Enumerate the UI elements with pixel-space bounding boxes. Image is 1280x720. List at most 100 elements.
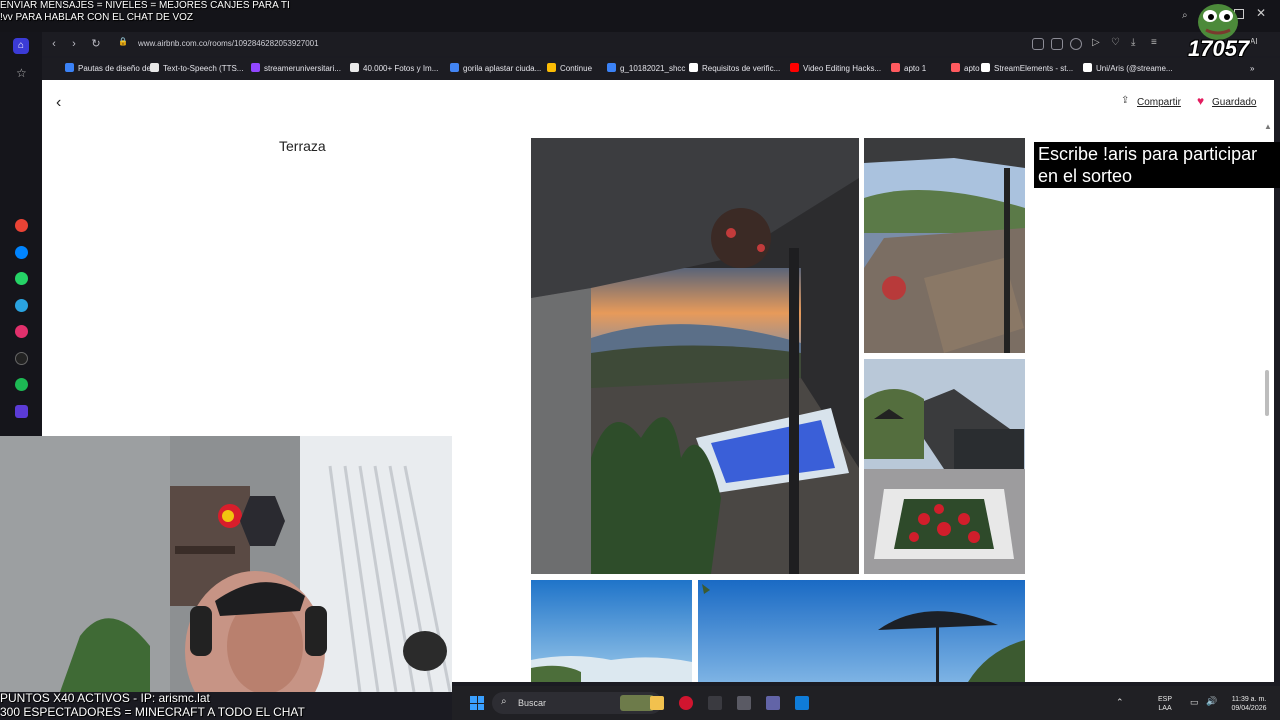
stream-overlay-top: ENVIAR MENSAJES = NIVELES = MEJORES CANJ…: [0, 0, 290, 24]
language-indicator[interactable]: ESP LAA: [1158, 695, 1172, 713]
camera-icon[interactable]: [1051, 38, 1063, 50]
edit-icon[interactable]: [1032, 38, 1044, 50]
lang-line2: LAA: [1158, 705, 1172, 712]
whatsapp-icon[interactable]: [15, 272, 28, 285]
file-explorer-icon[interactable]: [650, 696, 664, 710]
bookmark-label: 40.000+ Fotos y Im...: [363, 64, 439, 73]
teams-icon[interactable]: [766, 696, 780, 710]
webcam-feed: [0, 436, 452, 692]
bookmark-favicon-icon: [1083, 63, 1092, 72]
store-icon[interactable]: [795, 696, 809, 710]
bookmark-favicon-icon: [65, 63, 74, 72]
heart-icon[interactable]: ♥: [1197, 94, 1204, 108]
back-arrow-icon[interactable]: ‹: [56, 95, 70, 111]
clock-time: 11:39 a. m.: [1231, 696, 1267, 703]
photo-umbrella-sky[interactable]: [698, 580, 1025, 682]
shield-icon[interactable]: [1070, 38, 1082, 50]
bookmark-favicon-icon: [689, 63, 698, 72]
overlay-top-line1: ENVIAR MENSAJES = NIVELES = MEJORES CANJ…: [0, 0, 290, 11]
lang-line1: ESP: [1158, 696, 1173, 703]
giveaway-banner: Escribe !aris para participar en el sort…: [1034, 142, 1280, 188]
bookmark-label: apto 1: [904, 64, 927, 73]
download-icon[interactable]: ⤓: [1131, 37, 1135, 48]
taskbar-search[interactable]: ⌕ Buscar: [492, 692, 662, 714]
overlay-bottom-line1: PUNTOS X40 ACTIVOS - IP: arismc.lat: [0, 691, 210, 705]
photo-terrace-seating[interactable]: [864, 138, 1025, 353]
bookmark-favicon-icon: [547, 63, 556, 72]
bookmark-favicon-icon: [607, 63, 616, 72]
browser-sidebar: ⌂ ☆: [0, 32, 42, 436]
menu-icon[interactable]: ≡: [1151, 37, 1157, 48]
photo-terrace-jacuzzi[interactable]: [531, 138, 859, 574]
bookmark-favicon-icon: [450, 63, 459, 72]
bookmark-label: Uni/Aris (@streame...: [1096, 64, 1173, 73]
bookmark-item[interactable]: Requisitos de verific...: [689, 62, 780, 76]
bookmark-label: Requisitos de verific...: [702, 64, 781, 73]
section-title: Terraza: [279, 138, 326, 154]
reload-icon[interactable]: ↻: [88, 36, 104, 52]
bookmark-label: g_10182021_shcc: [620, 64, 686, 73]
bookmark-label: Video Editing Hacks...: [803, 64, 882, 73]
saved-button[interactable]: Guardado: [1212, 96, 1256, 110]
share-icon[interactable]: ⇪: [1121, 95, 1129, 106]
bookmark-item[interactable]: streameruniversitari...: [251, 62, 341, 76]
tray-chevron-icon[interactable]: ⌃: [1116, 697, 1124, 708]
bookmark-favicon-icon: [790, 63, 799, 72]
bookmark-item[interactable]: Continue: [547, 62, 592, 76]
pepe-badge: 17057: [1186, 0, 1280, 62]
photo-flower-garden[interactable]: [864, 359, 1025, 574]
windows-taskbar: ⌕ Buscar ⌃ ESP LAA ▭ 🔊 11:39 a. m. 09/04…: [452, 686, 1280, 720]
bookmark-item[interactable]: Video Editing Hacks...: [790, 62, 881, 76]
scroll-up-arrow-icon[interactable]: ▲: [1264, 122, 1272, 131]
bookmark-favicon-icon: [981, 63, 990, 72]
bookmark-item[interactable]: StreamElements - st...: [981, 62, 1073, 76]
obs-icon[interactable]: [737, 696, 751, 710]
windows-start-icon[interactable]: [470, 696, 484, 710]
star-icon[interactable]: ☆: [16, 66, 27, 80]
bookmark-label: StreamElements - st...: [994, 64, 1074, 73]
heart-outline-icon[interactable]: ♡: [1111, 37, 1120, 48]
scrollbar-thumb[interactable]: [1265, 370, 1269, 416]
photo-sky-view[interactable]: [531, 580, 692, 682]
bookmarks-more-icon[interactable]: »: [1250, 62, 1254, 76]
address-bar: ‹ › ↻ 🔒 www.airbnb.com.co/rooms/10928462…: [42, 32, 1280, 56]
lock-icon: 🔒: [118, 37, 128, 46]
stream-overlay-bottom: PUNTOS X40 ACTIVOS - IP: arismc.lat 300 …: [0, 691, 305, 719]
bookmark-item[interactable]: Text-to-Speech (TTS...: [150, 62, 243, 76]
player-icon[interactable]: [15, 405, 28, 418]
bookmark-favicon-icon: [350, 63, 359, 72]
instagram-icon[interactable]: [15, 325, 28, 338]
search-highlight-image: [620, 695, 654, 711]
x-twitter-icon[interactable]: [15, 352, 28, 365]
play-icon[interactable]: ▷: [1092, 37, 1100, 48]
volume-icon[interactable]: 🔊: [1206, 696, 1217, 707]
bookmarks-bar: Pautas de diseño de... Text-to-Speech (TT…: [42, 58, 1280, 80]
bookmark-item[interactable]: Pautas de diseño de...: [65, 62, 158, 76]
search-icon: ⌕: [501, 696, 507, 707]
opera-icon[interactable]: [679, 696, 693, 710]
bookmark-label: gorila aplastar ciuda...: [463, 64, 542, 73]
bookmark-item[interactable]: apto 1: [891, 62, 926, 76]
clock[interactable]: 11:39 a. m. 09/04/2026: [1224, 695, 1274, 713]
app-icon[interactable]: [708, 696, 722, 710]
back-nav-icon[interactable]: ‹: [46, 36, 62, 52]
share-button[interactable]: Compartir: [1137, 96, 1181, 110]
bookmark-favicon-icon: [891, 63, 900, 72]
bookmark-item[interactable]: 40.000+ Fotos y Im...: [350, 62, 438, 76]
bookmark-label: Pautas de diseño de...: [78, 64, 158, 73]
bookmark-item[interactable]: Uni/Aris (@streame...: [1083, 62, 1173, 76]
overlay-top-line2: !vv PARA HABLAR CON EL CHAT DE VOZ: [0, 12, 194, 23]
gmail-icon[interactable]: [15, 219, 28, 232]
bookmark-item[interactable]: g_10182021_shcc: [607, 62, 685, 76]
bookmark-favicon-icon: [951, 63, 960, 72]
url-field[interactable]: www.airbnb.com.co/rooms/1092846282053927…: [138, 36, 319, 52]
overlay-bottom-line2: 300 ESPECTADORES = MINECRAFT A TODO EL C…: [0, 705, 305, 719]
bookmark-favicon-icon: [251, 63, 260, 72]
messenger-icon[interactable]: [15, 246, 28, 259]
home-icon[interactable]: ⌂: [13, 38, 29, 54]
forward-nav-icon[interactable]: ›: [66, 36, 82, 52]
network-icon[interactable]: ▭: [1190, 697, 1199, 708]
spotify-icon[interactable]: [15, 378, 28, 391]
telegram-icon[interactable]: [15, 299, 28, 312]
bookmark-item[interactable]: gorila aplastar ciuda...: [450, 62, 541, 76]
